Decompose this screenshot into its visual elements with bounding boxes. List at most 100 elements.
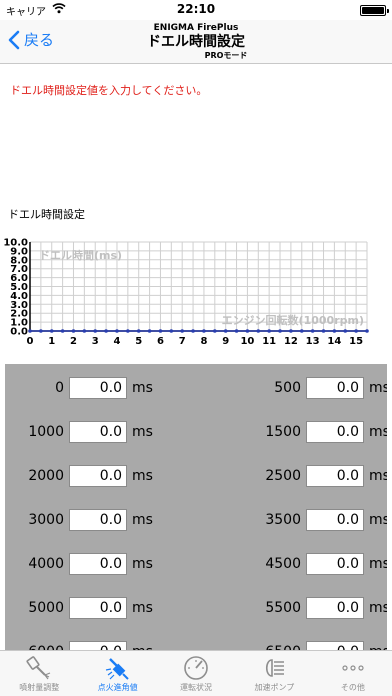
unit-label: ms — [369, 424, 387, 440]
x-tick-label: 1 — [48, 336, 55, 347]
rpm-label: 4500 — [265, 556, 301, 572]
tab-more[interactable]: その他 — [314, 651, 392, 696]
tab-injector[interactable]: 噴射量調整 — [0, 651, 78, 696]
data-point — [234, 329, 239, 333]
unit-label: ms — [132, 468, 153, 484]
navigation-bar: 戻る ENIGMA FirePlus ドエル時間設定 PROモード — [0, 20, 392, 64]
table-row: 2000 0.0 ms 2500 0.0 ms — [5, 458, 387, 502]
instruction-text: ドエル時間設定値を入力してください。 — [10, 84, 208, 97]
table-row: 0 0.0 ms 500 0.0 ms — [5, 370, 387, 414]
data-point — [60, 329, 65, 333]
battery-icon — [360, 5, 389, 16]
data-point — [213, 329, 217, 333]
table-row: 4000 0.0 ms 4500 0.0 ms — [5, 546, 387, 590]
unit-label: ms — [369, 556, 387, 572]
data-point — [278, 329, 282, 333]
status-bar: キャリア 22:10 — [0, 0, 392, 20]
unit-label: ms — [369, 600, 387, 616]
headlight-icon — [235, 655, 313, 681]
data-point — [202, 329, 206, 333]
unit-label: ms — [132, 512, 153, 528]
data-point — [321, 329, 326, 333]
table-row: 60000.0ms65000.0ms — [5, 634, 387, 650]
data-point — [180, 329, 184, 333]
dwell-time-chart: 0.01.02.03.04.05.06.07.08.09.010.00 1 2 3 4 5… — [3, 238, 369, 347]
page-title: ドエル時間設定 — [147, 34, 245, 50]
unit-label: ms — [369, 512, 387, 528]
dwell-value-field[interactable]: 0.0 — [306, 377, 364, 399]
x-tick-label: 8 — [200, 336, 207, 347]
data-point — [39, 329, 43, 333]
dwell-value-field[interactable]: 0.0 — [69, 377, 127, 399]
data-point — [354, 329, 358, 333]
dwell-value-field[interactable]: 0.0 — [69, 553, 127, 575]
dwell-value-field[interactable]: 0.0 — [306, 597, 364, 619]
dwell-value-field[interactable]: 0.0 — [306, 641, 364, 650]
data-point — [104, 329, 108, 333]
nav-subtitle: ENIGMA FirePlus — [153, 23, 239, 33]
x-tick-label: 10 — [240, 336, 254, 347]
unit-label: ms — [132, 556, 153, 572]
unit-label: ms — [132, 380, 153, 396]
data-point — [126, 329, 130, 333]
data-point — [82, 329, 87, 333]
x-tick-label: 9 — [222, 336, 229, 347]
dwell-value-field[interactable]: 0.0 — [306, 421, 364, 443]
dwell-value-field[interactable]: 0.0 — [306, 509, 364, 531]
rpm-label: 500 — [274, 380, 301, 396]
tab-spark-plug[interactable]: 点火進角値 — [78, 651, 156, 696]
data-point — [158, 329, 163, 333]
x-tick-label: 3 — [92, 336, 99, 347]
x-tick-label: 15 — [349, 336, 363, 347]
more-icon — [314, 655, 392, 681]
table-row: 5000 0.0 ms 5500 0.0 ms — [5, 590, 387, 634]
dwell-table: 0 0.0 ms 500 0.0 ms 1000 0.0 ms 1500 0.0 ms 2000 0.0 m… — [5, 364, 387, 650]
rpm-label: 5000 — [28, 600, 64, 616]
dwell-value-field[interactable]: 0.0 — [306, 553, 364, 575]
tab-gauge[interactable]: 運転状況 — [157, 651, 235, 696]
rpm-label: 1500 — [265, 424, 301, 440]
x-axis-label: エンジン回転数(1000rpm) — [222, 313, 364, 327]
rpm-label: 2000 — [28, 468, 64, 484]
data-point — [191, 329, 195, 333]
data-point — [299, 329, 304, 333]
tab-bar: 噴射量調整 点火進角値 運転状況 加速ポンプ その他 — [0, 650, 392, 696]
x-tick-label: 6 — [157, 336, 164, 347]
injector-icon — [0, 655, 78, 681]
unit-label: ms — [369, 468, 387, 484]
tab-label: 噴射量調整 — [19, 683, 60, 692]
rpm-label: 3000 — [28, 512, 64, 528]
data-point — [245, 329, 250, 333]
unit-label: ms — [132, 424, 153, 440]
dwell-value-field[interactable]: 0.0 — [69, 465, 127, 487]
x-tick-label: 2 — [70, 336, 77, 347]
rpm-label: 3500 — [265, 512, 301, 528]
dwell-value-field[interactable]: 0.0 — [69, 421, 127, 443]
rpm-label: 2500 — [265, 468, 301, 484]
rpm-label: 1000 — [28, 424, 64, 440]
data-point — [223, 329, 228, 333]
x-tick-label: 5 — [135, 336, 142, 347]
status-time: 22:10 — [176, 2, 216, 16]
tab-headlight[interactable]: 加速ポンプ — [235, 651, 313, 696]
x-tick-label: 0 — [27, 336, 34, 347]
section-title: ドエル時間設定 — [8, 208, 85, 221]
x-tick-label: 13 — [306, 336, 320, 347]
dwell-value-field[interactable]: 0.0 — [69, 597, 127, 619]
data-point — [147, 329, 152, 333]
dwell-value-field[interactable]: 0.0 — [306, 465, 364, 487]
rpm-label: 4000 — [28, 556, 64, 572]
mode-label: PROモード — [204, 51, 248, 60]
unit-label: ms — [132, 600, 153, 616]
data-point — [49, 329, 54, 333]
data-point — [267, 329, 271, 333]
dwell-value-field[interactable]: 0.0 — [69, 641, 127, 650]
dwell-value-field[interactable]: 0.0 — [69, 509, 127, 531]
back-button[interactable]: 戻る — [8, 29, 54, 50]
gauge-icon — [157, 655, 235, 681]
nav-title-block: ENIGMA FirePlus ドエル時間設定 PROモード — [100, 23, 292, 61]
rpm-label: 0 — [55, 380, 64, 396]
y-tick-label: 10.0 — [3, 238, 28, 249]
data-point — [343, 329, 348, 333]
tab-label: 加速ポンプ — [254, 683, 295, 692]
